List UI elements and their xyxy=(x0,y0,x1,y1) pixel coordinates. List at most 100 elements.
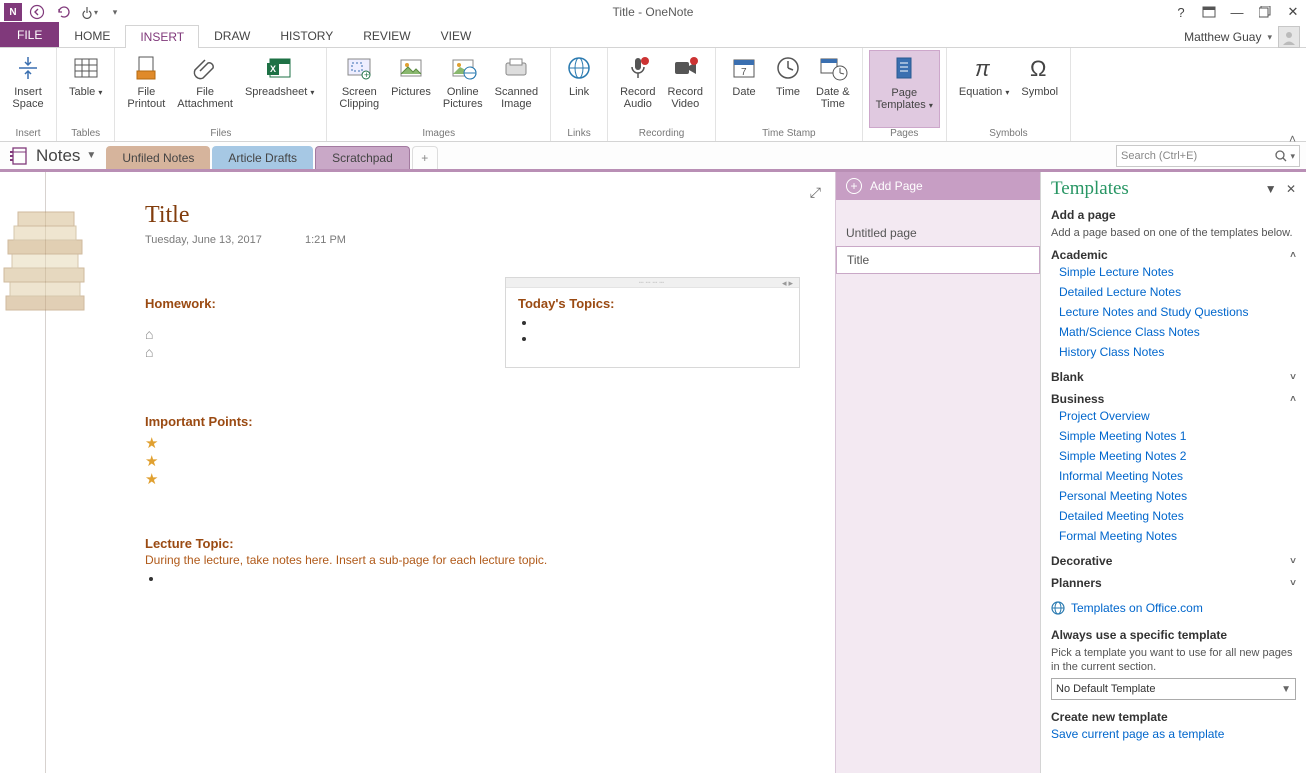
collapse-ribbon-icon[interactable]: ˄ xyxy=(1289,132,1296,769)
svg-text:π: π xyxy=(975,56,991,81)
template-link[interactable]: Detailed Lecture Notes xyxy=(1051,282,1296,302)
star-icon[interactable]: ★ xyxy=(145,435,253,453)
section-label: Article Drafts xyxy=(228,151,297,165)
category-decorative[interactable]: Decorative˅ xyxy=(1051,554,1296,568)
section-bar: Notes ▼ Unfiled Notes Article Drafts Scr… xyxy=(0,142,1306,172)
ribbon-table-button[interactable]: Table ▾ xyxy=(63,50,108,128)
template-link[interactable]: Project Overview xyxy=(1051,406,1296,426)
ribbon-date-button[interactable]: 7Date xyxy=(722,50,766,128)
notebook-picker[interactable]: Notes ▼ xyxy=(0,142,106,169)
ribbon-group-label: Pages xyxy=(869,128,940,141)
ribbon-group-symbols: πEquation ▾ΩSymbolSymbols xyxy=(947,48,1071,141)
important-points-heading[interactable]: Important Points: xyxy=(145,414,253,429)
template-link[interactable]: History Class Notes xyxy=(1051,342,1296,362)
minimize-icon[interactable]: — xyxy=(1228,3,1246,21)
ribbon-scanned-image-button[interactable]: ScannedImage xyxy=(489,50,544,128)
ribbon-file-attachment-button[interactable]: FileAttachment xyxy=(171,50,239,128)
full-page-view-icon[interactable] xyxy=(1200,3,1218,21)
ribbon-online-pictures-button[interactable]: OnlinePictures xyxy=(437,50,489,128)
tab-history[interactable]: HISTORY xyxy=(265,24,348,47)
lecture-topic-body[interactable]: During the lecture, take notes here. Ins… xyxy=(145,553,705,567)
template-link[interactable]: Simple Meeting Notes 1 xyxy=(1051,426,1296,446)
container-handle[interactable]: ┄┄┄┄◂▸ xyxy=(506,278,799,288)
search-input[interactable]: Search (Ctrl+E) ▾ xyxy=(1116,145,1300,167)
template-link[interactable]: Informal Meeting Notes xyxy=(1051,466,1296,486)
default-template-dropdown[interactable]: No Default Template ▼ xyxy=(1051,678,1296,700)
ribbon-record-video-button[interactable]: RecordVideo xyxy=(662,50,709,128)
tab-review[interactable]: REVIEW xyxy=(348,24,425,47)
ribbon-date-time-button[interactable]: Date &Time xyxy=(810,50,856,128)
bullet-item[interactable] xyxy=(163,571,705,585)
category-academic[interactable]: Academic˄ xyxy=(1051,248,1296,262)
add-page-button[interactable]: + Add Page xyxy=(836,172,1040,200)
avatar[interactable] xyxy=(1278,26,1300,48)
ribbon-symbol-button[interactable]: ΩSymbol xyxy=(1015,50,1064,128)
ribbon-record-audio-button[interactable]: RecordAudio xyxy=(614,50,661,128)
todo-house-icon[interactable]: ⌂ xyxy=(145,325,216,343)
note-container[interactable]: ┄┄┄┄◂▸ Today's Topics: xyxy=(505,277,800,368)
ribbon-file-printout-button[interactable]: FilePrintout xyxy=(121,50,171,128)
star-icon[interactable]: ★ xyxy=(145,471,253,489)
pane-menu-chevron-icon[interactable]: ▼ xyxy=(1265,182,1277,196)
page-canvas[interactable]: ⤢ Title Tuesday, June 13, 2017 1:21 PM H… xyxy=(0,172,835,773)
close-icon[interactable]: ✕ xyxy=(1284,3,1302,21)
todays-topics-heading[interactable]: Today's Topics: xyxy=(518,296,787,311)
ribbon-pictures-button[interactable]: Pictures xyxy=(385,50,437,128)
tab-file[interactable]: FILE xyxy=(0,22,59,47)
ribbon-spreadsheet-button[interactable]: XSpreadsheet ▾ xyxy=(239,50,320,128)
ribbon-group-tables: Table ▾Tables xyxy=(57,48,115,141)
page-title[interactable]: Title xyxy=(145,202,189,229)
template-link[interactable]: Lecture Notes and Study Questions xyxy=(1051,302,1296,322)
page-date[interactable]: Tuesday, June 13, 2017 xyxy=(145,234,262,246)
template-link[interactable]: Personal Meeting Notes xyxy=(1051,486,1296,506)
template-link[interactable]: Detailed Meeting Notes xyxy=(1051,506,1296,526)
help-icon[interactable]: ? xyxy=(1172,3,1190,21)
tab-home[interactable]: HOME xyxy=(59,24,125,47)
bullet-item[interactable] xyxy=(536,331,787,345)
lecture-topic-heading[interactable]: Lecture Topic: xyxy=(145,536,705,551)
expand-icon[interactable]: ⤢ xyxy=(810,184,821,201)
tab-view[interactable]: VIEW xyxy=(426,24,487,47)
ribbon-label: ScannedImage xyxy=(495,86,538,110)
template-link[interactable]: Simple Lecture Notes xyxy=(1051,262,1296,282)
templates-office-link[interactable]: Templates on Office.com xyxy=(1071,598,1203,618)
homework-heading[interactable]: Homework: xyxy=(145,296,216,311)
ribbon-equation-button[interactable]: πEquation ▾ xyxy=(953,50,1016,128)
ribbon-insert-space-button[interactable]: InsertSpace xyxy=(6,50,50,128)
user-name[interactable]: Matthew Guay xyxy=(1184,30,1261,44)
ribbon-page-templates-button[interactable]: PageTemplates ▾ xyxy=(869,50,940,128)
page-item-untitled[interactable]: Untitled page xyxy=(836,220,1040,246)
user-menu-chevron-icon[interactable]: ▾ xyxy=(1267,32,1272,43)
category-planners[interactable]: Planners˅ xyxy=(1051,576,1296,590)
bullet-item[interactable] xyxy=(536,315,787,329)
ribbon-screen-clipping-button[interactable]: +ScreenClipping xyxy=(333,50,385,128)
page-item-title[interactable]: Title xyxy=(836,246,1040,274)
tab-draw[interactable]: DRAW xyxy=(199,24,265,47)
todo-house-icon[interactable]: ⌂ xyxy=(145,343,216,361)
template-link[interactable]: Formal Meeting Notes xyxy=(1051,526,1296,546)
ribbon-group-recording: RecordAudioRecordVideoRecording xyxy=(608,48,716,141)
ribbon-link-button[interactable]: Link xyxy=(557,50,601,128)
undo-icon[interactable] xyxy=(52,2,74,22)
ribbon-time-button[interactable]: Time xyxy=(766,50,810,128)
star-icon[interactable]: ★ xyxy=(145,453,253,471)
page-time[interactable]: 1:21 PM xyxy=(305,234,346,246)
ribbon-group-label: Images xyxy=(333,128,544,141)
add-section-button[interactable]: + xyxy=(412,146,438,169)
template-link[interactable]: Simple Meeting Notes 2 xyxy=(1051,446,1296,466)
touch-mode-icon[interactable]: ▾ xyxy=(78,2,100,22)
back-icon[interactable] xyxy=(26,2,48,22)
resize-grip-icon[interactable]: ◂▸ xyxy=(782,278,795,289)
save-template-link[interactable]: Save current page as a template xyxy=(1051,724,1296,744)
section-tab-scratchpad[interactable]: Scratchpad xyxy=(315,146,410,169)
template-link[interactable]: Math/Science Class Notes xyxy=(1051,322,1296,342)
spreadsheet-icon: X xyxy=(264,52,296,84)
category-business[interactable]: Business˄ xyxy=(1051,392,1296,406)
restore-icon[interactable] xyxy=(1256,3,1274,21)
category-blank[interactable]: Blank˅ xyxy=(1051,370,1296,384)
section-tab-drafts[interactable]: Article Drafts xyxy=(212,146,313,169)
tab-insert[interactable]: INSERT xyxy=(125,25,199,48)
section-tab-unfiled[interactable]: Unfiled Notes xyxy=(106,146,210,169)
ribbon-label: Table ▾ xyxy=(69,86,102,99)
qat-customize-icon[interactable]: ▾ xyxy=(104,2,126,22)
